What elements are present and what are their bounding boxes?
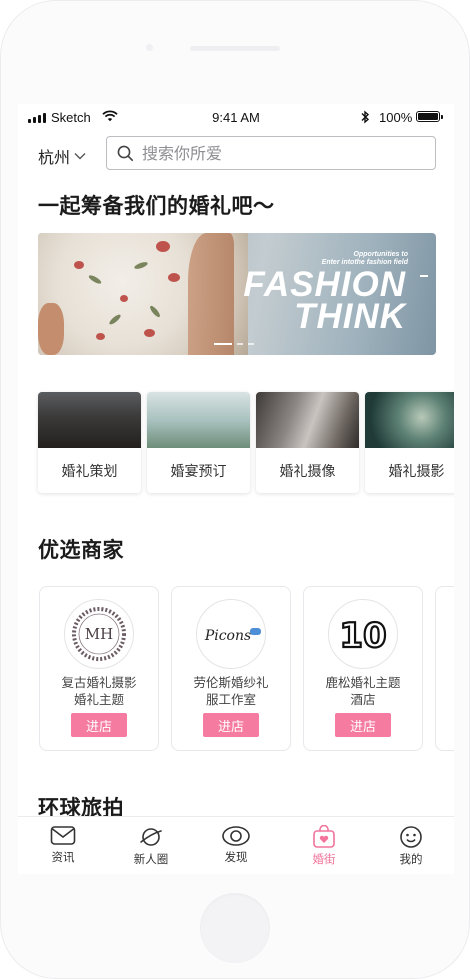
carousel-dot[interactable] <box>237 343 243 345</box>
search-icon <box>117 145 134 161</box>
merchant-card[interactable]: MH 复古婚礼摄影 婚礼主题 进店 <box>39 586 159 751</box>
search-box[interactable] <box>106 136 436 170</box>
mail-icon <box>50 826 76 845</box>
status-bar: Sketch 9:41 AM 100% <box>18 104 454 132</box>
category-photo <box>365 392 454 448</box>
app-screen: Sketch 9:41 AM 100% 杭州 一起筹备我们的婚礼吧～ <box>18 104 454 874</box>
banner-photo <box>38 233 248 355</box>
category-list: 婚礼策划 婚宴预订 婚礼摄像 婚礼摄影 <box>38 392 454 493</box>
merchant-name: 复古婚礼摄影 婚礼主题 <box>61 675 137 707</box>
chevron-down-icon <box>74 153 86 160</box>
category-wedding-photo[interactable]: 婚礼摄影 <box>365 392 454 493</box>
smiley-icon <box>400 826 422 848</box>
tab-label: 发现 <box>224 850 248 864</box>
enter-store-button[interactable]: 进店 <box>335 713 391 737</box>
battery-icon <box>416 111 443 122</box>
tab-label: 新人圈 <box>133 852 169 866</box>
merchant-card[interactable]: 10 鹿松婚礼主题 酒店 进店 <box>303 586 423 751</box>
merchant-card[interactable] <box>435 586 454 751</box>
phone-frame: Sketch 9:41 AM 100% 杭州 一起筹备我们的婚礼吧～ <box>0 0 470 979</box>
merchants-section-title: 优选商家 <box>38 538 124 562</box>
tab-label: 我的 <box>399 852 423 866</box>
planet-icon <box>140 828 162 846</box>
merchant-card[interactable]: Picons 劳伦斯婚纱礼 服工作室 进店 <box>171 586 291 751</box>
tab-newcomers[interactable]: 新人圈 <box>115 825 187 867</box>
banner-accent-dash <box>420 275 428 277</box>
city-selector[interactable]: 杭州 <box>38 144 86 168</box>
category-photo <box>38 392 141 448</box>
home-button[interactable] <box>200 893 270 963</box>
merchant-name: 劳伦斯婚纱礼 服工作室 <box>193 675 269 707</box>
category-wedding-planning[interactable]: 婚礼策划 <box>38 392 141 493</box>
banner-headline: FASHION THINK <box>243 265 406 336</box>
carousel-indicator[interactable] <box>214 343 254 345</box>
category-label: 婚礼策划 <box>61 464 118 480</box>
tab-profile[interactable]: 我的 <box>375 825 447 867</box>
promo-banner[interactable]: Opportunities to Enter intothe fashion f… <box>38 233 436 355</box>
tab-news[interactable]: 资讯 <box>27 825 99 865</box>
earpiece-speaker <box>190 46 280 51</box>
category-label: 婚礼摄影 <box>388 464 445 480</box>
merchant-logo: MH <box>64 599 134 669</box>
category-banquet-booking[interactable]: 婚宴预订 <box>147 392 250 493</box>
carousel-dot[interactable] <box>214 343 232 345</box>
bottom-tab-bar: 资讯 新人圈 发现 婚街 我的 <box>18 816 454 874</box>
front-camera <box>146 44 153 51</box>
category-label: 婚礼摄像 <box>279 464 336 480</box>
enter-store-button[interactable]: 进店 <box>203 713 259 737</box>
merchant-logo: Picons <box>196 599 266 669</box>
category-wedding-video[interactable]: 婚礼摄像 <box>256 392 359 493</box>
heart-bag-icon <box>313 825 335 848</box>
bluetooth-icon <box>360 110 370 128</box>
tab-discover[interactable]: 发现 <box>200 825 272 865</box>
carousel-dot[interactable] <box>248 343 254 345</box>
tab-label: 资讯 <box>51 850 75 864</box>
tab-wedding-street[interactable]: 婚街 <box>288 825 360 867</box>
tab-label: 婚街 <box>312 852 336 866</box>
category-label: 婚宴预订 <box>170 464 227 480</box>
merchant-list: MH 复古婚礼摄影 婚礼主题 进店 Picons 劳伦斯婚纱礼 服工作室 进店 … <box>39 586 454 751</box>
search-input[interactable] <box>140 142 414 164</box>
svg-text:MH: MH <box>85 625 113 643</box>
battery-percent: 100% <box>379 110 413 125</box>
svg-text:Picons: Picons <box>204 628 251 644</box>
category-photo <box>256 392 359 448</box>
enter-store-button[interactable]: 进店 <box>71 713 127 737</box>
svg-text:10: 10 <box>339 616 386 656</box>
category-photo <box>147 392 250 448</box>
merchant-logo: 10 <box>328 599 398 669</box>
city-label: 杭州 <box>38 148 71 167</box>
eye-icon <box>222 826 250 846</box>
page-title: 一起筹备我们的婚礼吧～ <box>38 194 275 218</box>
merchant-name: 鹿松婚礼主题 酒店 <box>325 675 401 707</box>
